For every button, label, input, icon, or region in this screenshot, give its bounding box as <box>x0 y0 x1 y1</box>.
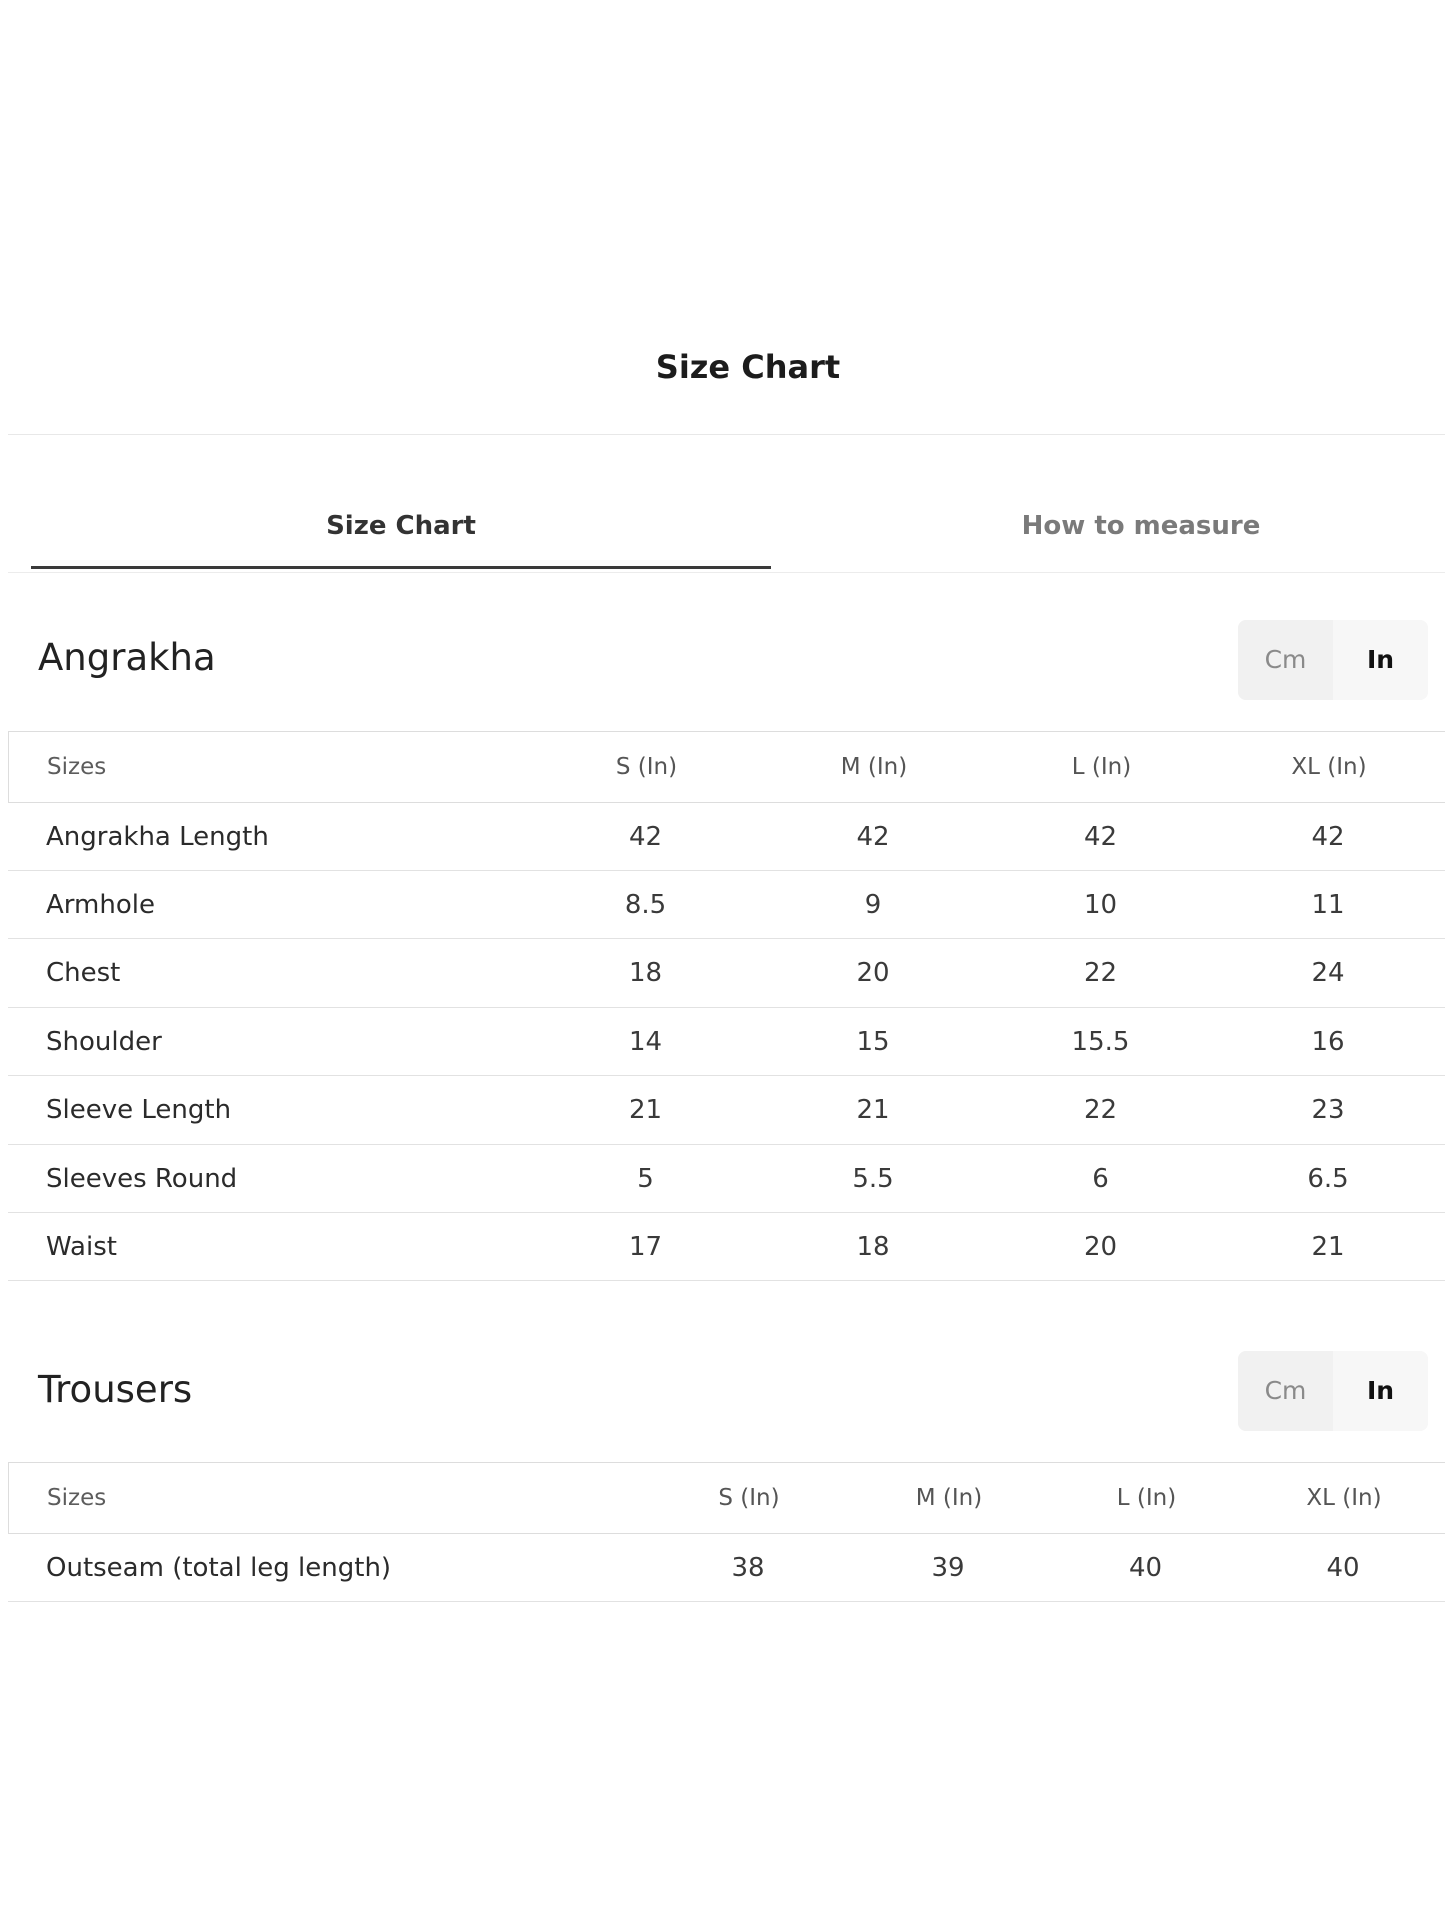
title-divider <box>8 434 1445 435</box>
measurement-value: 22 <box>1083 1095 1118 1125</box>
unit-in-button[interactable]: In <box>1333 1351 1428 1431</box>
measurement-value: 14 <box>628 1026 663 1057</box>
header-size-column: M (In) <box>840 754 908 780</box>
table-header-row: Sizes S (In) M (In) L (In) XL (In) <box>8 1462 1445 1534</box>
header-size-column: XL (In) <box>1306 1485 1382 1511</box>
header-sizes: Sizes <box>47 1485 107 1511</box>
measurement-value: 22 <box>1083 958 1118 988</box>
measurement-value: 42 <box>1083 821 1118 852</box>
measurement-value: 16 <box>1311 1026 1345 1057</box>
size-chart-modal: Size Chart Size Chart How to measure Ang… <box>0 0 1445 1927</box>
header-size-column: S (In) <box>615 754 678 780</box>
table-header-row: Sizes S (In) M (In) L (In) XL (In) <box>8 731 1445 803</box>
unit-in-button[interactable]: In <box>1333 620 1428 700</box>
table-row: Sleeves Round 5 5.5 6 6.5 <box>8 1145 1445 1213</box>
unit-cm-button[interactable]: Cm <box>1238 1351 1333 1431</box>
modal-title: Size Chart <box>655 348 841 386</box>
measurement-value: 42 <box>856 821 890 852</box>
measurement-label: Angrakha Length <box>46 821 269 852</box>
measurement-label: Shoulder <box>46 1026 162 1057</box>
table-row: Outseam (total leg length) 38 39 40 40 <box>8 1534 1445 1602</box>
header-sizes: Sizes <box>47 754 107 780</box>
measurement-value: 10 <box>1083 889 1118 920</box>
header-size-column: M (In) <box>915 1485 983 1511</box>
table-row: Waist 17 18 20 21 <box>8 1213 1445 1281</box>
measurement-value: 40 <box>1128 1552 1163 1583</box>
tab-size-chart[interactable]: Size Chart <box>31 490 771 569</box>
measurement-label: Sleeve Length <box>46 1095 232 1125</box>
unit-toggle-trousers: Cm In <box>1238 1351 1428 1431</box>
measurement-value: 17 <box>628 1231 663 1262</box>
measurement-value: 42 <box>628 821 663 852</box>
section-title-trousers: Trousers <box>38 1368 193 1411</box>
trousers-size-table: Sizes S (In) M (In) L (In) XL (In) Outseam (t… <box>8 1462 1445 1602</box>
measurement-value: 42 <box>1311 821 1345 852</box>
measurement-value: 18 <box>628 958 663 988</box>
measurement-value: 6.5 <box>1307 1163 1349 1194</box>
unit-toggle-angrakha: Cm In <box>1238 620 1428 700</box>
measurement-label: Chest <box>46 958 121 988</box>
measurement-value: 5 <box>637 1163 654 1194</box>
measurement-value: 15 <box>856 1026 890 1057</box>
tab-how-to-measure[interactable]: How to measure <box>771 490 1445 566</box>
measurement-value: 20 <box>856 958 890 988</box>
measurement-label: Armhole <box>46 889 155 920</box>
table-row: Chest 18 20 22 24 <box>8 939 1445 1008</box>
measurement-value: 39 <box>931 1552 965 1583</box>
measurement-value: 21 <box>1311 1231 1345 1262</box>
measurement-value: 15.5 <box>1071 1026 1130 1057</box>
measurement-value: 8.5 <box>624 889 667 920</box>
measurement-value: 38 <box>731 1552 765 1583</box>
measurement-value: 21 <box>628 1095 663 1125</box>
measurement-value: 24 <box>1311 958 1345 988</box>
measurement-value: 40 <box>1326 1552 1360 1583</box>
header-size-column: L (In) <box>1071 754 1132 780</box>
header-size-column: XL (In) <box>1291 754 1367 780</box>
table-row: Sleeve Length 21 21 22 23 <box>8 1076 1445 1145</box>
measurement-value: 9 <box>864 889 882 920</box>
unit-cm-button[interactable]: Cm <box>1238 620 1333 700</box>
measurement-label: Outseam (total leg length) <box>46 1552 392 1583</box>
table-row: Shoulder 14 15 15.5 16 <box>8 1008 1445 1076</box>
measurement-value: 5.5 <box>852 1163 894 1194</box>
measurement-value: 21 <box>856 1095 890 1125</box>
tabs-divider <box>8 572 1445 573</box>
measurement-value: 18 <box>856 1231 890 1262</box>
table-row: Armhole 8.5 9 10 11 <box>8 871 1445 939</box>
measurement-value: 20 <box>1083 1231 1118 1262</box>
measurement-label: Waist <box>46 1231 117 1262</box>
measurement-value: 23 <box>1311 1095 1345 1125</box>
measurement-value: 6 <box>1092 1163 1109 1194</box>
angrakha-size-table: Sizes S (In) M (In) L (In) XL (In) Angrakha L… <box>8 731 1445 1281</box>
section-title-angrakha: Angrakha <box>38 636 216 679</box>
header-size-column: S (In) <box>718 1485 780 1511</box>
measurement-value: 11 <box>1311 889 1345 920</box>
measurement-label: Sleeves Round <box>46 1163 238 1194</box>
header-size-column: L (In) <box>1116 1485 1177 1511</box>
tab-bar: Size Chart How to measure <box>0 490 1445 572</box>
table-row: Angrakha Length 42 42 42 42 <box>8 803 1445 871</box>
